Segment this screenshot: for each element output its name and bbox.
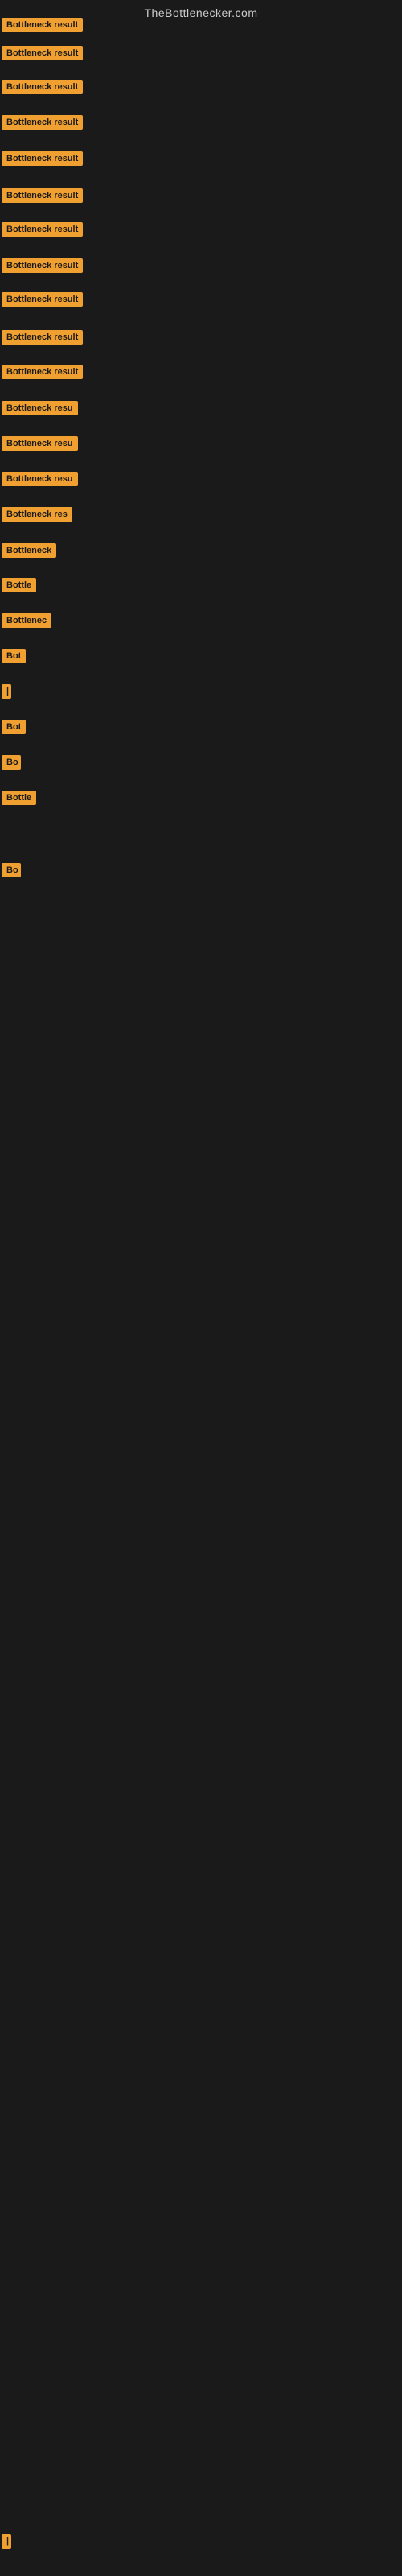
bottleneck-badge-row-18: Bottlenec xyxy=(2,613,51,632)
bottleneck-badge-row-11: Bottleneck result xyxy=(2,365,83,383)
bottleneck-badge-row-8: Bottleneck result xyxy=(2,258,83,277)
bottleneck-badge-row-1: Bottleneck result xyxy=(2,18,83,36)
bottleneck-badge-13[interactable]: Bottleneck resu xyxy=(2,436,78,451)
bottleneck-badge-row-16: Bottleneck xyxy=(2,543,56,562)
bottleneck-badge-row-6: Bottleneck result xyxy=(2,188,83,207)
bottleneck-badge-5[interactable]: Bottleneck result xyxy=(2,151,83,166)
bottleneck-badge-row-19: Bot xyxy=(2,649,26,667)
bottleneck-badge-row-24: Bo xyxy=(2,863,21,881)
bottleneck-badge-row-12: Bottleneck resu xyxy=(2,401,78,419)
bottleneck-badge-row-21: Bot xyxy=(2,720,26,738)
bottleneck-badge-23[interactable]: Bottle xyxy=(2,791,36,805)
bottleneck-badge-7[interactable]: Bottleneck result xyxy=(2,222,83,237)
bottleneck-badge-row-25: | xyxy=(2,2534,11,2553)
bottleneck-badge-15[interactable]: Bottleneck res xyxy=(2,507,72,522)
bottleneck-badge-row-17: Bottle xyxy=(2,578,36,597)
bottleneck-badge-row-9: Bottleneck result xyxy=(2,292,83,311)
bottleneck-badge-row-5: Bottleneck result xyxy=(2,151,83,170)
bottleneck-badge-4[interactable]: Bottleneck result xyxy=(2,115,83,130)
bottleneck-badge-row-23: Bottle xyxy=(2,791,36,809)
bottleneck-badge-8[interactable]: Bottleneck result xyxy=(2,258,83,273)
bottleneck-badge-row-4: Bottleneck result xyxy=(2,115,83,134)
bottleneck-badge-row-7: Bottleneck result xyxy=(2,222,83,241)
bottleneck-badge-17[interactable]: Bottle xyxy=(2,578,36,592)
bottleneck-badge-22[interactable]: Bo xyxy=(2,755,21,770)
bottleneck-badge-12[interactable]: Bottleneck resu xyxy=(2,401,78,415)
bottleneck-badge-row-15: Bottleneck res xyxy=(2,507,72,526)
bottleneck-badge-19[interactable]: Bot xyxy=(2,649,26,663)
bottleneck-badge-row-14: Bottleneck resu xyxy=(2,472,78,490)
bottleneck-badge-row-2: Bottleneck result xyxy=(2,46,83,64)
bottleneck-badge-10[interactable]: Bottleneck result xyxy=(2,330,83,345)
bottleneck-badge-row-13: Bottleneck resu xyxy=(2,436,78,455)
bottleneck-badge-9[interactable]: Bottleneck result xyxy=(2,292,83,307)
bottleneck-badge-3[interactable]: Bottleneck result xyxy=(2,80,83,94)
bottleneck-badge-row-22: Bo xyxy=(2,755,21,774)
bottleneck-badge-6[interactable]: Bottleneck result xyxy=(2,188,83,203)
bottleneck-badge-25[interactable]: | xyxy=(2,2534,11,2549)
bottleneck-badge-row-3: Bottleneck result xyxy=(2,80,83,98)
bottleneck-badge-16[interactable]: Bottleneck xyxy=(2,543,56,558)
bottleneck-badge-row-10: Bottleneck result xyxy=(2,330,83,349)
bottleneck-badge-2[interactable]: Bottleneck result xyxy=(2,46,83,60)
bottleneck-badge-20[interactable]: | xyxy=(2,684,11,699)
bottleneck-badge-14[interactable]: Bottleneck resu xyxy=(2,472,78,486)
bottleneck-badge-11[interactable]: Bottleneck result xyxy=(2,365,83,379)
bottleneck-badge-18[interactable]: Bottlenec xyxy=(2,613,51,628)
bottleneck-badge-21[interactable]: Bot xyxy=(2,720,26,734)
bottleneck-badge-row-20: | xyxy=(2,684,11,703)
bottleneck-badge-24[interactable]: Bo xyxy=(2,863,21,877)
bottleneck-badge-1[interactable]: Bottleneck result xyxy=(2,18,83,32)
